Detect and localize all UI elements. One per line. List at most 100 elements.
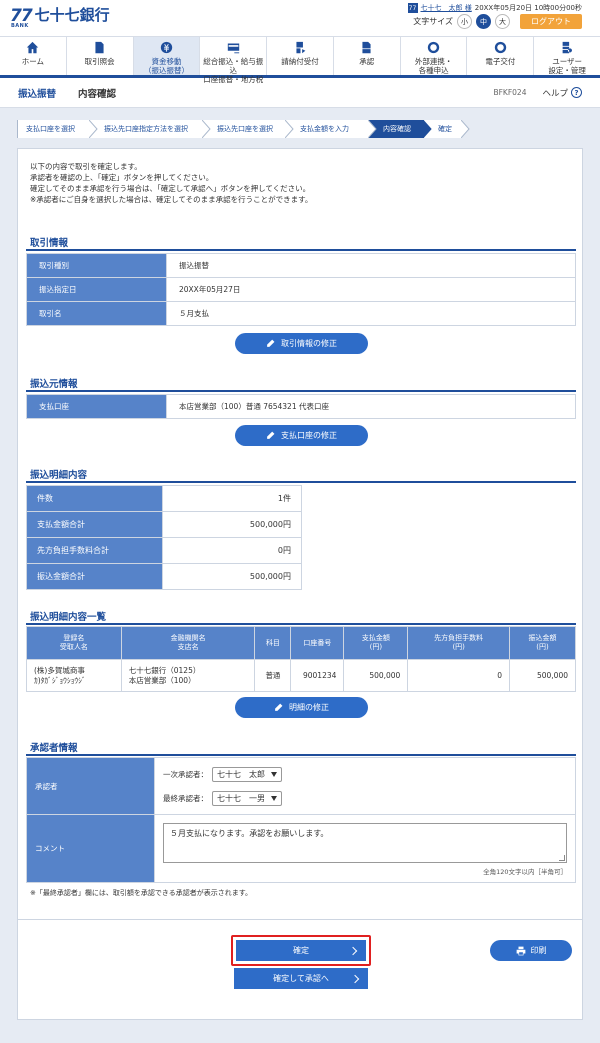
font-size-small-button[interactable]: 小 xyxy=(457,14,472,29)
col-header: 振込金額 (円) xyxy=(509,626,576,660)
screen-code: BFKF024 xyxy=(493,88,527,97)
font-size-medium-button[interactable]: 中 xyxy=(476,14,491,29)
button-label: 印刷 xyxy=(530,946,547,955)
table-row: 振込指定日 20XX年05月27日 xyxy=(26,277,576,302)
home-icon xyxy=(26,41,40,54)
branch-name: 本店営業部（100） xyxy=(128,675,196,685)
row-label: コメント xyxy=(26,814,155,883)
nav-home[interactable]: ホーム xyxy=(0,37,67,75)
chevron-right-icon xyxy=(348,946,358,955)
col-header-line: 先方負担手数料 xyxy=(434,634,484,642)
col-header: 科目 xyxy=(254,626,292,660)
table-row: 承認者 一次承認者： 七十七 太郎 最終承認者： 七十七 一男 xyxy=(26,757,576,815)
chevron-down-icon xyxy=(271,795,277,801)
step-label: 支払口座を選択 xyxy=(26,125,75,133)
detail-list-table: 登録名 受取人名 金融機関名 支店名 科目 口座番号 支払金額 (円) 先方負担手数料… xyxy=(26,626,576,692)
intro-line: ※承認者にご自身を選択した場合は、確定してそのまま承認を行うことができます。 xyxy=(30,195,313,204)
divider xyxy=(26,249,576,251)
confirm-button[interactable]: 確定 xyxy=(236,940,366,961)
nav-label: 承認 xyxy=(359,57,375,66)
help-icon: ? xyxy=(571,87,582,98)
payee-kana: ｶ)ﾀｶﾞｼﾞｮｳｼｮｳｼﾞ xyxy=(34,675,86,685)
payment-amount: 500,000 xyxy=(343,659,409,692)
chevron-right-icon xyxy=(350,974,360,983)
card-icon xyxy=(226,41,240,54)
help-link[interactable]: ヘルプ ? xyxy=(542,87,582,99)
intro-line: 以下の内容で取引を確定します。 xyxy=(30,162,142,171)
approver-note: ※「最終承認者」欄には、取引額を承認できる承認者が表示されます。 xyxy=(30,889,253,897)
col-header-line: (円) xyxy=(452,643,465,651)
nav-label: 請納付受付 xyxy=(281,57,319,66)
table-row: 先方負担手数料合計 0円 xyxy=(26,537,302,564)
nav-user-settings[interactable]: ユーザー 設定・管理 xyxy=(534,37,600,75)
comment-textarea[interactable]: ５月支払になります。承認をお願いします。 xyxy=(163,822,567,863)
button-label: 確定して承認へ xyxy=(273,974,329,983)
logout-button[interactable]: ログアウト xyxy=(520,14,582,29)
row-value: 振込振替 xyxy=(166,253,576,278)
divider xyxy=(26,754,576,756)
summary-table: 件数 1件 支払金額合計 500,000円 先方負担手数料合計 0円 振込金額合計 50… xyxy=(26,485,302,590)
col-header-line: 科目 xyxy=(265,638,280,647)
select-value: 七十七 一男 xyxy=(217,793,265,803)
final-approver-select[interactable]: 七十七 一男 xyxy=(212,790,282,806)
row-label: 支払金額合計 xyxy=(26,511,163,538)
help-label: ヘルプ xyxy=(542,88,568,99)
step-indicator: 支払口座を選択 振込先口座指定方法を選択 振込先口座を選択 支払金額を入力 内容… xyxy=(17,120,583,138)
col-header-line: 登録名 xyxy=(63,634,85,642)
first-approver-select[interactable]: 七十七 太郎 xyxy=(212,766,282,782)
resize-handle[interactable] xyxy=(559,854,565,861)
table-row: 取引名 ５月支払 xyxy=(26,301,576,326)
row-label: 承認者 xyxy=(26,757,155,815)
nav-inquiry[interactable]: 取引照会 xyxy=(67,37,134,75)
nav-label: 外部連携・ xyxy=(414,57,453,66)
page-title: 内容確認 xyxy=(78,88,117,100)
bill-icon xyxy=(293,41,307,54)
table-row: 取引種別 振込振替 xyxy=(26,253,576,278)
nav-bulk-transfer[interactable]: 総合振込・給与振込 口座振替・地方税 xyxy=(200,37,268,84)
font-size-label: 文字サイズ xyxy=(413,17,453,26)
pencil-icon xyxy=(275,703,283,711)
col-header: 口座番号 xyxy=(290,626,345,660)
nav-label: 総合振込・給与振込 xyxy=(203,57,264,75)
comment-cell: ５月支払になります。承認をお願いします。 全角120文字以内［半角可］ xyxy=(154,814,576,883)
col-header: 支払金額 (円) xyxy=(343,626,409,660)
edit-trade-info-button[interactable]: 取引情報の修正 xyxy=(235,333,368,354)
document-icon xyxy=(93,41,107,54)
font-size-large-button[interactable]: 大 xyxy=(495,14,510,29)
nav-transfer[interactable]: 資金移動 （振込振替） xyxy=(133,37,201,75)
divider xyxy=(26,481,576,483)
col-header-line: 振込金額 xyxy=(528,634,557,642)
nav-label: 取引照会 xyxy=(84,57,115,66)
col-header-line: 支払金額 xyxy=(361,634,390,642)
nav-e-delivery[interactable]: 電子交付 xyxy=(467,37,535,75)
step-label: 振込先口座を選択 xyxy=(217,125,273,133)
row-value: 500,000円 xyxy=(162,511,302,538)
button-label: 確定 xyxy=(293,946,309,955)
user-icon: 77 xyxy=(407,3,418,13)
row-value: 本店営業部（100）普通 7654321 代表口座 xyxy=(166,394,576,419)
edit-source-account-button[interactable]: 支払口座の修正 xyxy=(235,425,368,446)
logo-name: 七十七銀行 xyxy=(34,6,110,24)
nav-label: ユーザー xyxy=(552,57,583,66)
button-label: 支払口座の修正 xyxy=(281,431,337,440)
confirm-and-approve-button[interactable]: 確定して承認へ xyxy=(234,968,368,989)
nav-label: 電子交付 xyxy=(485,57,516,66)
nav-label: 資金移動 xyxy=(151,57,182,66)
col-header-line: (円) xyxy=(369,643,383,651)
table-row: 支払口座 本店営業部（100）普通 7654321 代表口座 xyxy=(26,394,576,419)
title-bar: 振込振替 内容確認 BFKF024 ヘルプ ? xyxy=(0,78,600,108)
nav-label-sub: 口座振替・地方税 xyxy=(203,75,264,84)
user-name-link[interactable]: 七十七 太郎 様 xyxy=(421,3,472,13)
bank-logo[interactable]: 77 BANK 七十七銀行 xyxy=(10,6,110,30)
print-button[interactable]: 印刷 xyxy=(490,940,572,961)
edit-details-button[interactable]: 明細の修正 xyxy=(235,697,368,718)
source-info-heading: 振込元情報 xyxy=(30,379,78,390)
nav-external[interactable]: 外部連携・ 各種申込 xyxy=(401,37,468,75)
intro-line: 確定してそのまま承認を行う場合は、「確定して承認へ」ボタンを押してください。 xyxy=(30,184,311,193)
content-panel: 以下の内容で取引を確定します。 承認者を確認の上、「確定」ボタンを押してください… xyxy=(17,148,583,1020)
nav-approval[interactable]: 承認 xyxy=(334,37,401,75)
approver-heading: 承認者情報 xyxy=(30,743,78,754)
comment-limit: 全角120文字以内［半角可］ xyxy=(483,867,567,876)
nav-tax-payment[interactable]: 請納付受付 xyxy=(267,37,334,75)
step-label: 内容確認 xyxy=(383,125,411,133)
